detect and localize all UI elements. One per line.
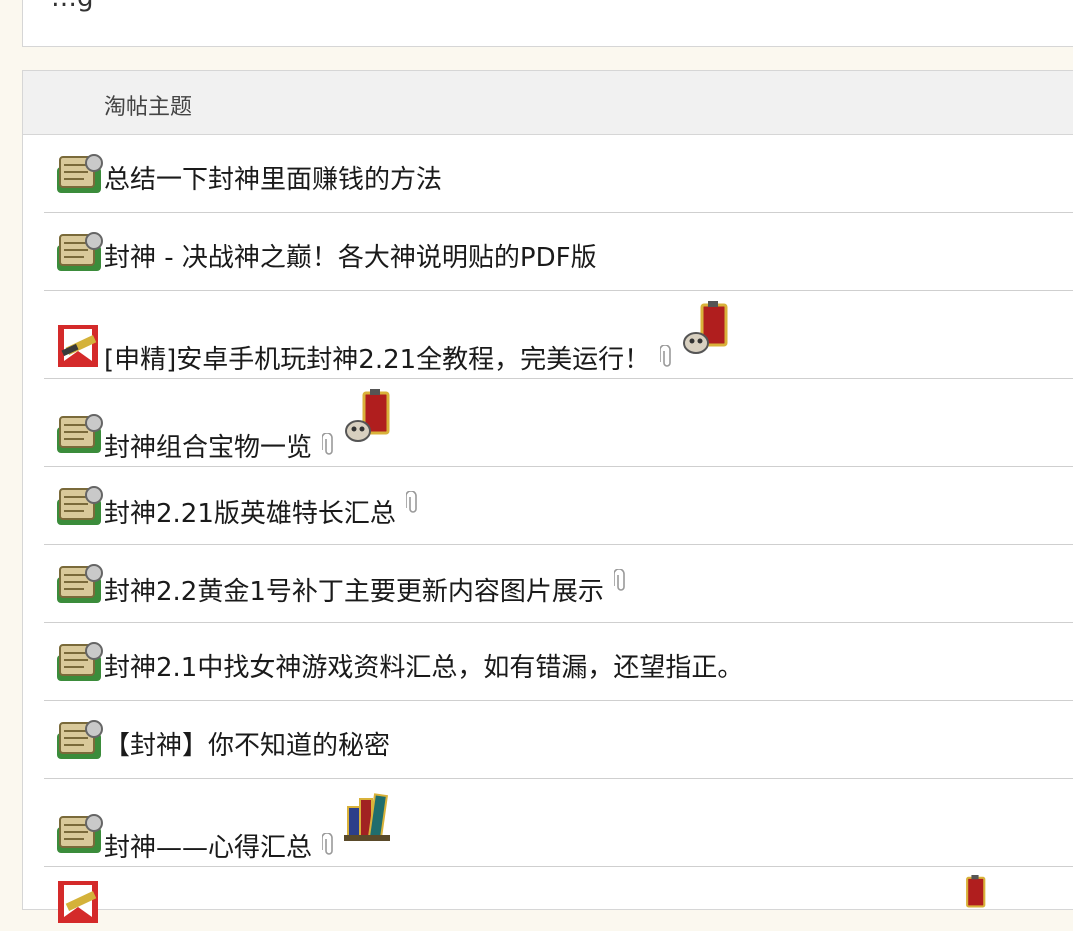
thread-row xyxy=(44,867,1073,927)
collection-panel: 淘帖主题 总结一下封神里面赚钱的方法 封神 - 决战神之巅！各大神说明贴的PDF… xyxy=(22,70,1073,923)
thread-row: 封神2.21版英雄特长汇总 xyxy=(44,467,1073,545)
thread-row: 总结一下封神里面赚钱的方法 xyxy=(44,135,1073,213)
scroll-icon xyxy=(54,809,104,863)
thread-title-link[interactable]: [申精]安卓手机玩封神2.21全教程，完美运行！ xyxy=(104,347,650,373)
thread-title-link[interactable]: 封神2.21版英雄特长汇总 xyxy=(104,501,396,527)
scroll-icon xyxy=(54,227,104,281)
scroll-icon xyxy=(54,481,104,535)
thread-row: 封神——心得汇总 xyxy=(44,779,1073,867)
thread-title-link[interactable]: 【封神】你不知道的秘密 xyxy=(104,733,390,759)
thread-title-link[interactable]: 总结一下封神里面赚钱的方法 xyxy=(104,167,442,193)
scroll-icon xyxy=(54,637,104,691)
books-icon xyxy=(336,789,394,863)
top-box-text: …g xyxy=(51,0,94,13)
thread-title-link[interactable]: 封神 - 决战神之巅！各大神说明贴的PDF版 xyxy=(104,245,597,271)
thread-title-link[interactable]: 封神2.1中找女神游戏资料汇总，如有错漏，还望指正。 xyxy=(104,655,743,681)
scroll-icon xyxy=(54,409,104,463)
thread-title-link[interactable]: 封神2.2黄金1号补丁主要更新内容图片展示 xyxy=(104,579,604,605)
thread-row: 封神2.2黄金1号补丁主要更新内容图片展示 xyxy=(44,545,1073,623)
thread-title-link[interactable]: 封神——心得汇总 xyxy=(104,835,312,861)
attachment-clip-icon xyxy=(396,490,420,521)
banner-icon xyxy=(54,321,104,375)
thread-row: 封神2.1中找女神游戏资料汇总，如有错漏，还望指正。 xyxy=(44,623,1073,701)
lantern-skull-icon xyxy=(950,875,990,919)
attachment-clip-icon xyxy=(312,432,336,463)
thread-row: 封神组合宝物一览 xyxy=(44,379,1073,467)
lantern-skull-icon xyxy=(336,389,394,463)
thread-row: [申精]安卓手机玩封神2.21全教程，完美运行！ xyxy=(44,291,1073,379)
banner-icon xyxy=(54,877,104,931)
panel-header: 淘帖主题 xyxy=(23,71,1073,135)
panel-header-title: 淘帖主题 xyxy=(104,95,193,120)
scroll-icon xyxy=(54,149,104,203)
scroll-icon xyxy=(54,559,104,613)
attachment-clip-icon xyxy=(604,568,628,599)
attachment-clip-icon xyxy=(312,832,336,863)
attachment-clip-icon xyxy=(650,344,674,375)
thread-title-link[interactable]: 封神组合宝物一览 xyxy=(104,435,312,461)
lantern-skull-icon xyxy=(674,301,732,375)
scroll-icon xyxy=(54,715,104,769)
thread-row: 封神 - 决战神之巅！各大神说明贴的PDF版 xyxy=(44,213,1073,291)
thread-row: 【封神】你不知道的秘密 xyxy=(44,701,1073,779)
top-partial-box: …g xyxy=(22,0,1073,47)
